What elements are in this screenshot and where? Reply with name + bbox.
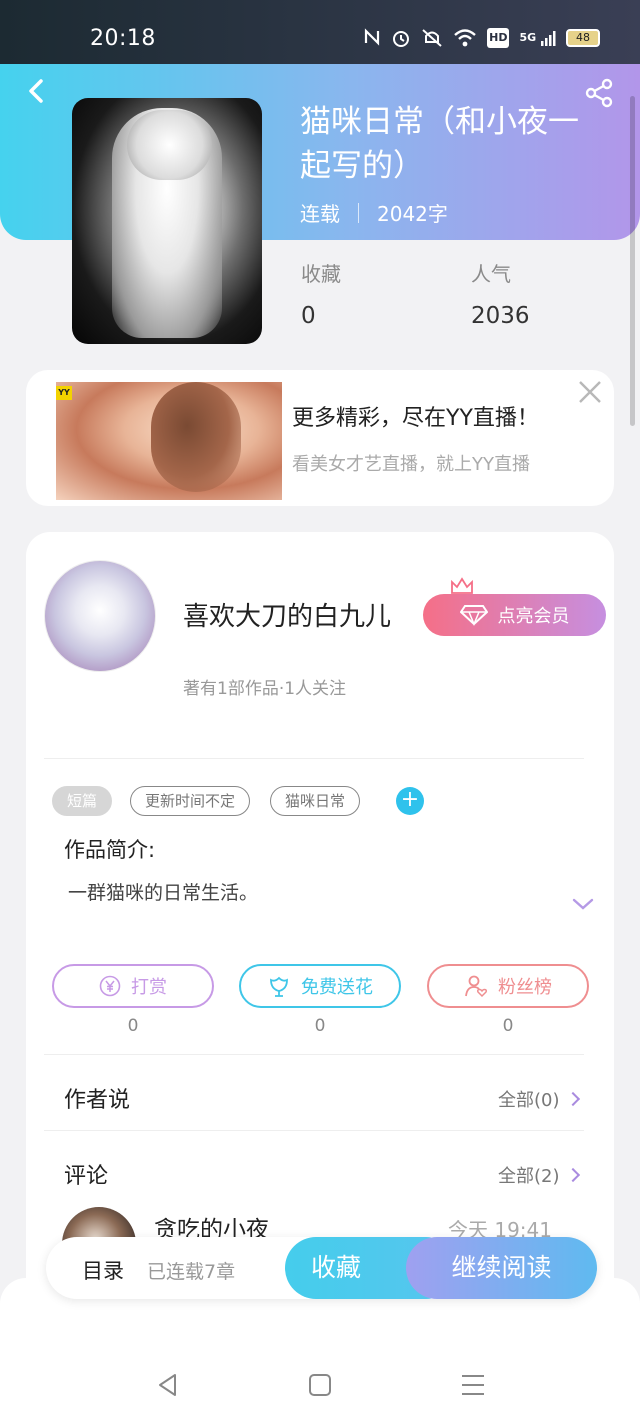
flower-icon xyxy=(270,976,288,997)
nav-back-icon[interactable] xyxy=(155,1372,181,1398)
fans-rank-count: 0 xyxy=(502,1016,514,1036)
wifi-icon xyxy=(453,28,477,48)
add-tag-button[interactable]: + xyxy=(396,787,424,815)
yy-badge: YY xyxy=(56,386,72,400)
ad-image xyxy=(56,382,282,500)
alarm-icon xyxy=(391,28,411,48)
book-title: 猫咪日常（和小夜一起写的） xyxy=(300,104,579,184)
flower-label: 免费送花 xyxy=(301,977,373,998)
chevron-down-icon[interactable] xyxy=(571,894,595,914)
mute-icon xyxy=(421,28,443,48)
author-says-link[interactable]: 全部(0) xyxy=(498,1086,580,1112)
chevron-right-icon xyxy=(565,1167,580,1183)
fan-user-icon xyxy=(465,975,488,998)
tag-update[interactable]: 更新时间不定 xyxy=(130,786,251,816)
book-word-count: 2042字 xyxy=(377,202,448,226)
ad-title: 更多精彩，尽在YY直播！ xyxy=(292,406,539,431)
continue-reading-button[interactable]: 继续阅读 xyxy=(406,1237,597,1299)
author-avatar[interactable] xyxy=(44,560,156,672)
nav-menu-icon[interactable] xyxy=(460,1372,486,1398)
signal-5g-icon: 5G xyxy=(519,28,556,48)
tip-count: 0 xyxy=(127,1016,139,1036)
back-icon[interactable] xyxy=(24,78,50,104)
book-status: 连载 xyxy=(300,202,340,226)
vip-button[interactable]: 点亮会员 xyxy=(423,594,606,636)
yen-icon xyxy=(99,975,121,997)
nfc-icon xyxy=(363,28,381,48)
divider xyxy=(44,1130,584,1131)
stat-label: 人气 xyxy=(471,262,511,286)
stat-popularity: 人气 2036 xyxy=(471,258,530,329)
hd-icon: HD xyxy=(487,28,510,48)
bottom-action-bar: 目录 已连载7章 收藏 继续阅读 xyxy=(46,1237,597,1299)
author-says-all: 全部(0) xyxy=(498,1090,560,1111)
flower-button[interactable]: 免费送花 xyxy=(239,964,401,1008)
meta-divider xyxy=(358,202,359,223)
tip-button[interactable]: 打赏 xyxy=(52,964,214,1008)
diamond-icon xyxy=(459,605,488,626)
crown-icon xyxy=(451,577,473,594)
intro-text: 一群猫咪的日常生活。 xyxy=(68,882,259,904)
comments-all: 全部(2) xyxy=(498,1166,560,1187)
vip-button-label: 点亮会员 xyxy=(497,606,570,627)
ad-banner[interactable]: YY 更多精彩，尽在YY直播！ 看美女才艺直播，就上YY直播 xyxy=(26,370,614,506)
ad-image-figure xyxy=(151,382,241,492)
comments-link[interactable]: 全部(2) xyxy=(498,1162,580,1188)
cover-figure-head xyxy=(127,110,212,180)
battery-indicator: 48 xyxy=(566,29,600,47)
nav-home-icon[interactable] xyxy=(307,1372,333,1398)
status-icons: HD 5G 48 xyxy=(363,28,600,48)
toc-button[interactable]: 目录 xyxy=(82,1255,124,1285)
stat-label: 收藏 xyxy=(301,262,341,286)
stat-value: 0 xyxy=(301,303,316,329)
book-cover[interactable] xyxy=(72,98,262,344)
fans-rank-button[interactable]: 粉丝榜 xyxy=(427,964,589,1008)
author-name[interactable]: 喜欢大刀的白九儿 xyxy=(183,596,391,633)
book-meta: 连载 2042字 xyxy=(300,198,448,227)
intro-label: 作品简介: xyxy=(64,838,156,862)
divider xyxy=(44,1054,584,1055)
comments-title: 评论 xyxy=(64,1164,109,1189)
stat-favorites: 收藏 0 xyxy=(301,258,341,329)
author-says-title: 作者说 xyxy=(64,1088,131,1113)
system-nav-bar xyxy=(0,1340,640,1422)
tag-topic[interactable]: 猫咪日常 xyxy=(270,786,361,816)
ad-subtitle: 看美女才艺直播，就上YY直播 xyxy=(292,454,530,475)
status-bar: 20:18 HD 5G 48 xyxy=(0,0,640,64)
author-stats: 著有1部作品·1人关注 xyxy=(183,679,347,699)
stat-value: 2036 xyxy=(471,303,530,329)
tag-short[interactable]: 短篇 xyxy=(52,786,113,816)
close-icon[interactable] xyxy=(576,378,604,406)
divider xyxy=(44,758,584,759)
status-time: 20:18 xyxy=(90,26,156,51)
tip-label: 打赏 xyxy=(131,977,167,998)
fans-rank-label: 粉丝榜 xyxy=(498,977,552,998)
chapter-count: 已连载7章 xyxy=(147,1261,236,1283)
chevron-right-icon xyxy=(565,1091,580,1107)
flower-count: 0 xyxy=(314,1016,326,1036)
scrollbar[interactable] xyxy=(630,96,635,426)
